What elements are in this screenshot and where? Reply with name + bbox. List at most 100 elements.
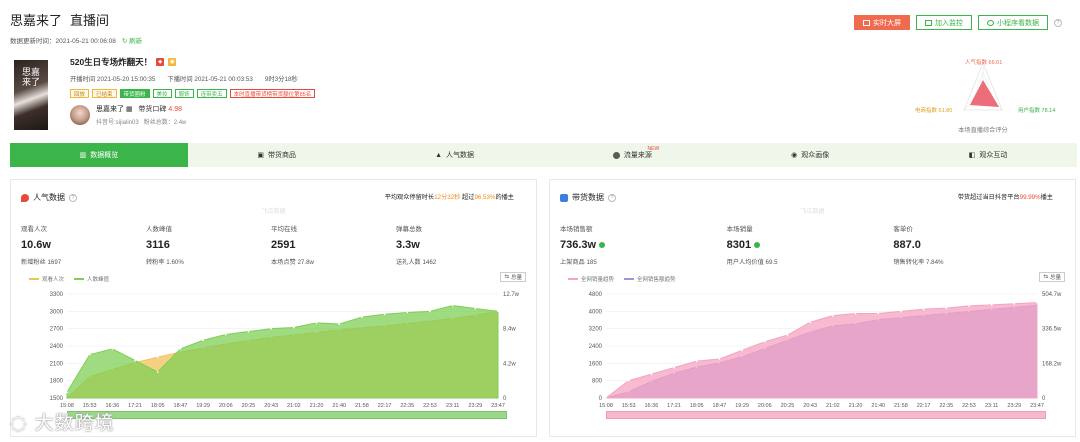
info-icon[interactable]: ?	[608, 193, 616, 202]
metric-number: 2591	[271, 239, 296, 251]
legend-swatch	[29, 278, 39, 280]
info-icon[interactable]: ?	[69, 193, 77, 202]
rank-tag[interactable]: 本时直播带货榜带货额位第85名	[229, 89, 316, 98]
metric-number: 3116	[146, 239, 170, 251]
tab-traffic[interactable]: 流量来源 NEW	[543, 143, 721, 167]
live-info: 思嘉来了 520生日专场炸翻天！ ◆ ▣ 开播时间 2021-05-20 15:00…	[14, 56, 874, 134]
radar-right-label: 用户指数 78.14	[1018, 108, 1056, 114]
note-pre: 平均观众停留时长	[384, 194, 435, 201]
metrics-row: 观看人次 10.6w 新增粉丝 1697 人数峰值 3116 转粉率 1.60% 平均在…	[21, 223, 521, 266]
x-tick-label: 21:40	[871, 403, 885, 409]
time-range-slider[interactable]	[606, 411, 1046, 419]
metric-label: 弹幕总数	[396, 226, 422, 233]
anchor-card[interactable]: 思嘉来了 ▦ 带货口碑 4.98 抖音号:sijialin03 粉丝总数：2.4…	[70, 104, 315, 126]
page-header: 思嘉来了 直播间 数据更新时间：2021-05-21 00:06:08 ↻ 刷新	[10, 10, 142, 45]
note-mid: 超过	[460, 194, 475, 201]
miniapp-button[interactable]: 小程序看数据	[978, 15, 1048, 30]
replay-tag[interactable]: 回放	[70, 89, 90, 98]
data-point	[763, 340, 766, 343]
x-tick-label: 23:47	[491, 403, 505, 409]
sales-chart[interactable]: 0 800 1600 2400 3200 4000 4800 0 168.2w 336.5w 504…	[550, 288, 1077, 413]
main-tabs: ▥ 数据概览 ▣ 带货商品 ▲ 人气数据 流量来源 NEW ◉ 观众画像 ◧ 观众互动	[10, 143, 1077, 167]
flame-icon	[21, 193, 29, 202]
y-tick-label: 3200	[589, 327, 603, 333]
metric-number: 887.0	[893, 239, 921, 251]
metric-label: 本场销售额	[560, 226, 593, 233]
anchor-details: 思嘉来了 ▦ 带货口碑 4.98 抖音号:sijialin03 粉丝总数：2.4…	[96, 104, 186, 126]
data-point	[831, 314, 834, 317]
help-icon[interactable]: ?	[1054, 18, 1062, 27]
data-point	[1036, 301, 1038, 304]
panel-title: 人气数据	[33, 193, 65, 202]
tab-overview[interactable]: ▥ 数据概览	[10, 143, 188, 167]
legend-item[interactable]: 观看人次	[29, 275, 64, 283]
legend-item[interactable]: 全网销量趋势	[568, 275, 614, 283]
miniapp-icon	[987, 19, 994, 26]
metric-number: 8301	[726, 239, 752, 251]
data-point	[156, 356, 159, 358]
miniapp-label: 小程序看数据	[997, 19, 1039, 27]
brand-text: 大数跨境	[34, 412, 115, 434]
category-tag: 带货圈粉	[119, 89, 150, 98]
category-tag: 美妆	[152, 89, 172, 98]
verified-icon	[599, 242, 606, 248]
x-tick-label: 16:36	[644, 403, 658, 409]
y2-tick-label: 336.5w	[1042, 327, 1062, 333]
page: 思嘉来了 直播间 数据更新时间：2021-05-21 00:06:08 ↻ 刷新 实…	[0, 0, 1080, 442]
x-tick-label: 18:05	[151, 403, 165, 409]
qr-icon[interactable]: ▦	[126, 106, 133, 113]
y-tick-label: 1800	[50, 379, 64, 385]
data-point	[809, 321, 812, 324]
data-point	[786, 334, 789, 337]
legend-swatch	[568, 278, 578, 280]
tab-popularity[interactable]: ▲ 人气数据	[366, 143, 544, 167]
x-tick-label: 20:25	[242, 403, 256, 409]
popularity-chart[interactable]: 1500 1800 2100 2400 2700 3000 3300 0 4.2w 8.4w 12.…	[11, 288, 538, 413]
metric-number: 3.3w	[396, 239, 420, 251]
tab-products[interactable]: ▣ 带货商品	[188, 143, 366, 167]
legend-item[interactable]: 人数峰值	[74, 275, 109, 283]
flame-icon: ▲	[435, 151, 443, 159]
panel-header: 带货数据?	[560, 192, 616, 203]
data-point	[429, 310, 431, 313]
refresh-button[interactable]: ↻ 刷新	[122, 38, 142, 45]
bar-chart-icon: ▥	[79, 152, 87, 159]
anchor-name: 思嘉来了	[96, 106, 124, 113]
bag-icon: ▣	[257, 152, 265, 159]
total-toggle[interactable]: ⇆ 总量	[1039, 272, 1065, 282]
y-tick-label: 2400	[50, 344, 64, 350]
data-point	[605, 397, 607, 399]
tab-audience[interactable]: ◉ 观众画像	[721, 143, 899, 167]
y-tick-label: 2700	[50, 327, 64, 333]
y-tick-label: 4800	[589, 292, 603, 298]
popularity-index: 人气指数 66.01	[965, 58, 1002, 66]
total-toggle[interactable]: ⇆ 总量	[500, 272, 526, 282]
time-range-slider[interactable]	[67, 411, 507, 419]
x-tick-label: 23:11	[446, 403, 459, 409]
avatar[interactable]	[70, 105, 90, 125]
y-tick-label: 4000	[589, 309, 603, 315]
y-tick-label: 1600	[589, 361, 603, 367]
x-tick-label: 23:11	[985, 403, 998, 409]
legend-item[interactable]: 全网销售额趋势	[624, 275, 676, 283]
metric-number: 736.3w	[560, 239, 597, 251]
update-text: 数据更新时间：2021-05-21 00:06:08	[10, 38, 116, 45]
room-label: 直播间	[70, 13, 110, 28]
globe-icon	[612, 151, 620, 159]
tab-interaction[interactable]: ◧ 观众互动	[899, 143, 1077, 167]
data-point	[1013, 302, 1016, 305]
data-point	[741, 349, 744, 352]
brand-logo: ◌ 大数跨境	[10, 412, 115, 434]
legend-label: 观看人次	[42, 277, 65, 283]
live-cover-image[interactable]: 思嘉来了	[14, 60, 48, 130]
legend-label: 人数峰值	[87, 277, 110, 283]
data-point	[945, 307, 948, 309]
realtime-screen-button[interactable]: 实时大屏	[854, 15, 910, 30]
data-point	[66, 391, 68, 394]
y-tick-label: 1500	[50, 396, 64, 402]
panel-title: 带货数据	[572, 193, 604, 202]
data-point	[202, 339, 205, 342]
data-point	[899, 310, 902, 313]
y-tick-label: 0	[599, 396, 603, 402]
add-monitor-button[interactable]: 加入监控	[916, 15, 972, 30]
